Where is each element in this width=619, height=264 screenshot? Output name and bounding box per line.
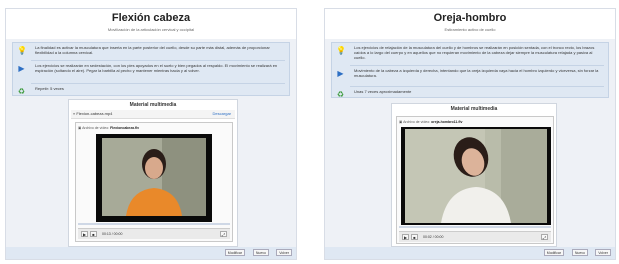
video-file-label: ▣ Archivo de vídeo: oreja-hombro11.flv	[399, 119, 551, 126]
video-player: ▣ Archivo de vídeo: Flexioncabeza.flv ▶	[75, 122, 233, 242]
exercise-panel-oreja-hombro: Oreja-hombro Estiramiento activo de cuel…	[324, 8, 616, 260]
new-button[interactable]: Nuevo	[252, 249, 269, 256]
repeat-icon: ♻	[336, 90, 345, 99]
exercise-subtitle: Estiramiento activo de cuello	[444, 27, 496, 32]
info-text-instructions: Movimiento de la cabeza a izquierda y de…	[354, 68, 599, 78]
file-label: Archivo de vídeo:	[82, 126, 110, 130]
exercise-subtitle: Movilización de la articulación cervical…	[107, 27, 195, 32]
modify-button[interactable]: Modificar	[224, 249, 245, 256]
video-thumbnail	[96, 134, 212, 222]
info-box: 💡 La finalidad es activar la musculatura…	[12, 42, 290, 96]
info-row-instructions: ▶ Movimiento de la cabeza a izquierda y …	[332, 66, 608, 86]
panel-footer: Modificar Nuevo Volver	[6, 247, 296, 259]
lightbulb-icon: 💡	[336, 46, 346, 55]
new-button[interactable]: Nuevo	[571, 249, 588, 256]
multimedia-title: Material multimedia	[129, 102, 177, 108]
panel-footer: Modificar Nuevo Volver	[325, 247, 615, 259]
video-player: ▣ Archivo de vídeo: oreja-hombro11.flv ▶	[396, 116, 554, 244]
multimedia-title: Material multimedia	[450, 106, 498, 112]
info-text-repeat: Unas 7 veces aproximadamente	[354, 89, 412, 94]
video-time: 00:02 / 00:00	[423, 235, 444, 239]
video-progress-bar[interactable]	[399, 226, 551, 228]
exercise-panel-flexion: Flexión cabeza Movilización de la articu…	[5, 8, 297, 260]
multimedia-box: Material multimedia ▣ Archivo de vídeo: …	[391, 103, 557, 247]
stop-button[interactable]: ■	[411, 234, 418, 240]
info-box: 💡 Los ejercicios de relajación de la mus…	[331, 42, 609, 99]
lightbulb-icon: 💡	[17, 46, 27, 55]
file-label: Archivo de vídeo:	[403, 120, 431, 124]
play-icon: ▶	[18, 64, 25, 73]
media-nav-bar: « Flexion-cabeza.mp4 Descargar	[71, 110, 235, 119]
back-button[interactable]: Volver	[595, 249, 611, 256]
info-row-instructions: ▶ Los ejercicios se realizarán en sedest…	[13, 61, 289, 83]
back-button[interactable]: Volver	[276, 249, 292, 256]
file-name: Flexioncabeza.flv	[110, 126, 140, 130]
play-icon: ▶	[337, 69, 344, 78]
video-controls: ▶ ■ 00:02 / 00:00 ⤢	[399, 231, 551, 242]
file-name: oreja-hombro11.flv	[431, 120, 463, 124]
video-progress-bar[interactable]	[78, 223, 230, 225]
info-text-goal: Los ejercicios de relajación de la muscu…	[354, 45, 595, 60]
play-button[interactable]: ▶	[81, 231, 88, 237]
stop-button[interactable]: ■	[90, 231, 97, 237]
panel-header: Oreja-hombro Estiramiento activo de cuel…	[325, 9, 615, 39]
info-row-repeat: ♻ Repetir: 5 veces	[13, 84, 289, 96]
info-row-goal: 💡 Los ejercicios de relajación de la mus…	[332, 43, 608, 65]
exercise-title: Flexión cabeza	[111, 12, 191, 24]
fullscreen-button[interactable]: ⤢	[541, 234, 548, 240]
modify-button[interactable]: Modificar	[543, 249, 564, 256]
panel-header: Flexión cabeza Movilización de la articu…	[6, 9, 296, 39]
back-link[interactable]: « Flexion-cabeza.mp4	[73, 111, 112, 116]
play-button[interactable]: ▶	[402, 234, 409, 240]
download-link[interactable]: Descargar	[213, 110, 231, 118]
repeat-icon: ♻	[17, 87, 26, 96]
video-controls: ▶ ■ 00:13 / 00:00 ⤢	[78, 228, 230, 239]
info-row-repeat: ♻ Unas 7 veces aproximadamente	[332, 87, 608, 99]
info-text-instructions: Los ejercicios se realizarán en sedestac…	[35, 63, 278, 73]
video-thumbnail	[401, 127, 551, 225]
video-frame[interactable]	[96, 134, 212, 222]
multimedia-box: Material multimedia « Flexion-cabeza.mp4…	[68, 99, 238, 247]
fullscreen-button[interactable]: ⤢	[220, 231, 227, 237]
info-row-goal: 💡 La finalidad es activar la musculatura…	[13, 43, 289, 60]
info-text-repeat: Repetir: 5 veces	[35, 86, 64, 91]
video-frame[interactable]	[401, 127, 551, 225]
video-file-label: ▣ Archivo de vídeo: Flexioncabeza.flv	[78, 125, 230, 132]
info-text-goal: La finalidad es activar la musculatura q…	[35, 45, 270, 55]
exercise-title: Oreja-hombro	[433, 12, 507, 24]
video-time: 00:13 / 00:00	[102, 232, 123, 236]
